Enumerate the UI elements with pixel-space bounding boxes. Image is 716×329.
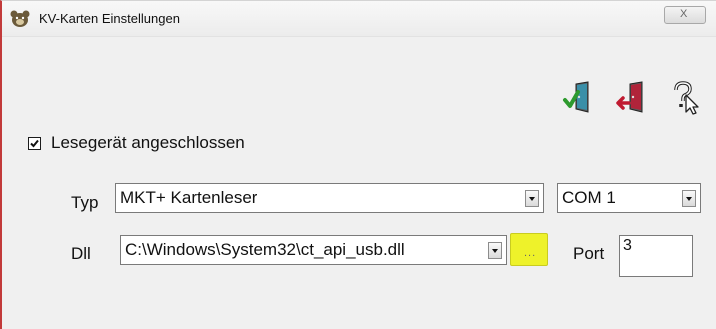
help-pointer-icon[interactable] <box>670 81 700 115</box>
chevron-down-icon[interactable] <box>525 190 539 207</box>
reader-connected-label: Lesegerät angeschlossen <box>51 133 245 152</box>
title-bar[interactable]: KV-Karten Einstellungen X <box>2 1 716 37</box>
settings-window: KV-Karten Einstellungen X Lesegerät ange… <box>0 0 716 329</box>
close-button[interactable]: X <box>664 6 706 24</box>
close-icon: X <box>680 8 688 20</box>
port-input[interactable]: 3 <box>619 235 693 277</box>
door-exit-icon[interactable] <box>616 81 646 115</box>
com-port-value: COM 1 <box>562 188 616 207</box>
dll-path-select[interactable]: C:\Windows\System32\ct_api_usb.dll <box>120 235 507 265</box>
chevron-down-icon[interactable] <box>682 190 696 207</box>
dll-path-value: C:\Windows\System32\ct_api_usb.dll <box>125 240 405 259</box>
type-label: Typ <box>71 193 99 212</box>
reader-connected-checkbox[interactable] <box>28 137 41 150</box>
reader-type-value: MKT+ Kartenleser <box>120 188 258 207</box>
com-port-select[interactable]: COM 1 <box>557 183 701 213</box>
port-value: 3 <box>623 237 632 254</box>
reader-type-select[interactable]: MKT+ Kartenleser <box>115 183 544 213</box>
door-checkmark-icon[interactable] <box>562 81 592 115</box>
browse-button[interactable]: ... <box>510 233 548 266</box>
dll-label: Dll <box>71 244 91 263</box>
checkmark-icon <box>30 139 39 148</box>
browse-label: ... <box>524 247 537 259</box>
port-label: Port <box>573 244 605 263</box>
chevron-down-icon[interactable] <box>488 242 502 259</box>
window-title: KV-Karten Einstellungen <box>39 11 180 26</box>
app-icon <box>10 10 30 27</box>
